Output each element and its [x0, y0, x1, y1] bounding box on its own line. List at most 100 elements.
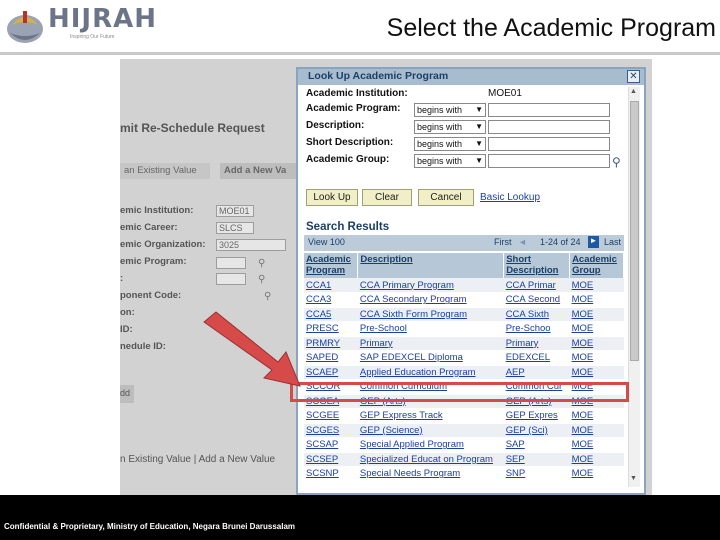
cell-short-description[interactable]: SEP	[503, 452, 570, 467]
background-bottom-links[interactable]: n Existing Value | Add a New Value	[120, 454, 275, 465]
academic-group-input[interactable]	[488, 154, 610, 168]
bg-field-organization[interactable]: 3025	[216, 239, 286, 251]
cell-description[interactable]: Primary	[357, 336, 504, 351]
cell-group[interactable]: MOE	[569, 321, 624, 337]
cell-description[interactable]: Special Needs Program	[357, 466, 504, 482]
add-button[interactable]: dd	[120, 385, 134, 403]
cell-short-description[interactable]: Pre-Schoo	[503, 321, 570, 337]
scroll-up-icon[interactable]: ▲	[630, 88, 637, 95]
tab-find-existing-value[interactable]: an Existing Value	[120, 163, 210, 179]
results-range: 1-24 of 24	[540, 237, 581, 247]
cell-program[interactable]: SCGES	[304, 423, 358, 438]
cell-description[interactable]: GEP Express Track	[357, 408, 504, 424]
last-link[interactable]: Last	[604, 237, 621, 247]
search-icon[interactable]: ⚲	[612, 155, 621, 169]
cell-description[interactable]: CCA Secondary Program	[357, 292, 504, 308]
cell-description[interactable]: CCA Sixth Form Program	[357, 307, 504, 322]
cell-description[interactable]: CCA Primary Program	[357, 278, 504, 293]
next-icon[interactable]: ►	[588, 236, 599, 248]
table-row[interactable]: CCA5 CCA Sixth Form Program CCA Sixth MOE	[304, 307, 624, 322]
table-row[interactable]: SCGEE GEP Express Track GEP Expres MOE	[304, 408, 624, 424]
previous-icon[interactable]: ◄	[518, 237, 527, 247]
table-row[interactable]: CCA3 CCA Secondary Program CCA Second MOE	[304, 292, 624, 308]
table-row[interactable]: SCSAP Special Applied Program SAP MOE	[304, 437, 624, 453]
cell-description[interactable]: GEP (Science)	[357, 423, 504, 438]
cell-group[interactable]: MOE	[569, 452, 624, 467]
cell-group[interactable]: MOE	[569, 466, 624, 482]
bg-field-program[interactable]	[216, 257, 246, 269]
cell-short-description[interactable]: Primary	[503, 336, 570, 351]
cell-program[interactable]: SCGEE	[304, 408, 358, 424]
cell-program[interactable]: SCSAP	[304, 437, 358, 453]
cell-group[interactable]: MOE	[569, 350, 624, 366]
short-description-input[interactable]	[488, 137, 610, 151]
dialog-scrollbar[interactable]: ▲ ▼	[628, 87, 640, 487]
clear-button[interactable]: Clear	[362, 189, 412, 206]
scroll-thumb[interactable]	[630, 101, 639, 361]
cancel-button[interactable]: Cancel	[418, 189, 474, 206]
cell-group[interactable]: MOE	[569, 408, 624, 424]
cell-short-description[interactable]: GEP (Sci)	[503, 423, 570, 438]
cell-group[interactable]: MOE	[569, 365, 624, 380]
cell-short-description[interactable]: CCA Sixth	[503, 307, 570, 322]
cell-group[interactable]: MOE	[569, 278, 624, 293]
cell-program[interactable]: PRESC	[304, 321, 358, 337]
academic-group-operator-select[interactable]: begins with ▼	[414, 154, 486, 168]
basic-lookup-link[interactable]: Basic Lookup	[480, 192, 540, 203]
tab-add-new-value[interactable]: Add a New Va	[220, 163, 300, 179]
cell-program[interactable]: SAPED	[304, 350, 358, 366]
cell-program[interactable]: CCA5	[304, 307, 358, 322]
short-description-operator-select[interactable]: begins with ▼	[414, 137, 486, 151]
cell-short-description[interactable]: CCA Second	[503, 292, 570, 308]
description-operator-select[interactable]: begins with ▼	[414, 120, 486, 134]
cell-group[interactable]: MOE	[569, 437, 624, 453]
cell-group[interactable]: MOE	[569, 423, 624, 438]
close-icon[interactable]: ✕	[627, 70, 640, 83]
cell-short-description[interactable]: EDEXCEL	[503, 350, 570, 366]
view-all-link[interactable]: View 100	[308, 237, 345, 247]
cell-group[interactable]: MOE	[569, 336, 624, 351]
table-row[interactable]: SCSNP Special Needs Program SNP MOE	[304, 466, 624, 482]
cell-short-description[interactable]: CCA Primar	[503, 278, 570, 293]
first-link[interactable]: First	[494, 237, 512, 247]
table-row[interactable]: PRESC Pre-School Pre-Schoo MOE	[304, 321, 624, 337]
table-row[interactable]: CCA1 CCA Primary Program CCA Primar MOE	[304, 278, 624, 293]
program-input[interactable]	[488, 103, 610, 117]
cell-description[interactable]: Pre-School	[357, 321, 504, 337]
cell-description[interactable]: SAP EDEXCEL Diploma	[357, 350, 504, 366]
search-icon[interactable]: ⚲	[264, 291, 275, 302]
column-header-description[interactable]: Description	[357, 253, 505, 278]
cell-description[interactable]: Applied Education Program	[357, 365, 504, 380]
cell-short-description[interactable]: GEP Expres	[503, 408, 570, 424]
table-row[interactable]: SAPED SAP EDEXCEL Diploma EDEXCEL MOE	[304, 350, 624, 366]
cell-program[interactable]: SCAEP	[304, 365, 358, 380]
bg-field-career[interactable]: SLCS	[216, 222, 254, 234]
table-row[interactable]: SCSEP Specialized Educat on Program SEP MOE	[304, 452, 624, 467]
scroll-down-icon[interactable]: ▼	[630, 475, 637, 482]
bg-field-institution[interactable]: MOE01	[216, 205, 254, 217]
cell-program[interactable]: SCSEP	[304, 452, 358, 467]
cell-description[interactable]: Specialized Educat on Program	[357, 452, 504, 467]
cell-short-description[interactable]: SNP	[503, 466, 570, 482]
cell-description[interactable]: Special Applied Program	[357, 437, 504, 453]
column-header-short-description[interactable]: Short Description	[503, 253, 571, 278]
bg-field-blank[interactable]	[216, 273, 246, 285]
search-icon[interactable]: ⚲	[258, 258, 269, 269]
cell-program[interactable]: CCA1	[304, 278, 358, 293]
column-header-academic-group[interactable]: Academic Group	[569, 253, 624, 278]
search-icon[interactable]: ⚲	[258, 274, 269, 285]
cell-short-description[interactable]: SAP	[503, 437, 570, 453]
column-header-academic-program[interactable]: Academic Program	[304, 253, 359, 278]
look-up-button[interactable]: Look Up	[306, 189, 358, 206]
cell-program[interactable]: PRMRY	[304, 336, 358, 351]
cell-short-description[interactable]: AEP	[503, 365, 570, 380]
cell-program[interactable]: SCSNP	[304, 466, 358, 482]
cell-group[interactable]: MOE	[569, 307, 624, 322]
table-row[interactable]: SCAEP Applied Education Program AEP MOE	[304, 365, 624, 380]
cell-program[interactable]: CCA3	[304, 292, 358, 308]
cell-group[interactable]: MOE	[569, 292, 624, 308]
program-operator-select[interactable]: begins with ▼	[414, 103, 486, 117]
table-row[interactable]: PRMRY Primary Primary MOE	[304, 336, 624, 351]
table-row[interactable]: SCGES GEP (Science) GEP (Sci) MOE	[304, 423, 624, 438]
description-input[interactable]	[488, 120, 610, 134]
